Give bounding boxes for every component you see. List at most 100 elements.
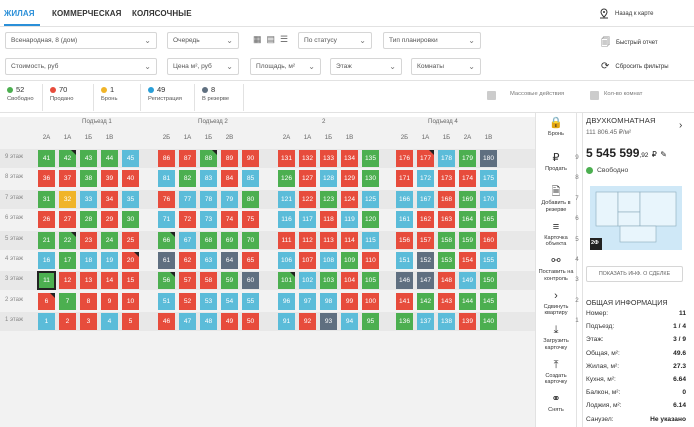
apartment-cell[interactable]: 66: [158, 231, 175, 249]
apartment-cell[interactable]: 88: [200, 150, 217, 167]
apartment-cell[interactable]: 112: [299, 231, 316, 249]
apartment-cell[interactable]: 90: [242, 150, 259, 167]
apartment-cell[interactable]: 164: [459, 211, 476, 229]
apartment-cell[interactable]: 175: [480, 170, 497, 188]
reset-filters-button[interactable]: ⟳ Сбросить фильтры: [601, 61, 669, 72]
apartment-cell[interactable]: 59: [221, 272, 238, 290]
apartment-cell[interactable]: 156: [396, 231, 413, 249]
apartment-cell[interactable]: 122: [299, 190, 316, 208]
apartment-cell[interactable]: 144: [459, 292, 476, 310]
apartment-cell[interactable]: 118: [320, 211, 337, 229]
apartment-cell[interactable]: 82: [179, 170, 196, 188]
apartment-cell[interactable]: 7: [59, 292, 76, 310]
apartment-cell[interactable]: 13: [80, 272, 97, 290]
apartment-cell[interactable]: 81: [158, 170, 175, 188]
apartment-cell[interactable]: 89: [221, 150, 238, 167]
apartment-cell[interactable]: 133: [320, 150, 337, 167]
apartment-cell[interactable]: 124: [341, 190, 358, 208]
apartment-cell[interactable]: 154: [459, 252, 476, 269]
apartment-cell[interactable]: 96: [278, 292, 295, 310]
apartment-cell[interactable]: 169: [459, 190, 476, 208]
apartment-cell[interactable]: 5: [122, 313, 139, 331]
apartment-cell[interactable]: 153: [438, 252, 455, 269]
apartment-cell[interactable]: 68: [200, 231, 217, 249]
apartment-cell[interactable]: 148: [438, 272, 455, 290]
apartment-cell[interactable]: 61: [158, 252, 175, 269]
apartment-cell[interactable]: 44: [101, 150, 118, 167]
apartment-cell[interactable]: 25: [122, 231, 139, 249]
apartment-cell[interactable]: 121: [278, 190, 295, 208]
apartment-cell[interactable]: 71: [158, 211, 175, 229]
apartment-cell[interactable]: 143: [438, 292, 455, 310]
apartment-cell[interactable]: 171: [396, 170, 413, 188]
apartment-cell[interactable]: 116: [278, 211, 295, 229]
apartment-cell[interactable]: 75: [242, 211, 259, 229]
apartment-cell[interactable]: 60: [242, 272, 259, 290]
apartment-cell[interactable]: 37: [59, 170, 76, 188]
apartment-cell[interactable]: 31: [38, 190, 55, 208]
building-select[interactable]: Всенародная, 8 (дом) ⌄: [5, 32, 157, 49]
apartment-cell[interactable]: 115: [362, 231, 379, 249]
apartment-cell[interactable]: 9: [101, 292, 118, 310]
apartment-cell[interactable]: 145: [480, 292, 497, 310]
apartment-cell[interactable]: 110: [362, 252, 379, 269]
apartment-cell[interactable]: 158: [438, 231, 455, 249]
apartment-cell[interactable]: 2: [59, 313, 76, 331]
apartment-cell[interactable]: 29: [101, 211, 118, 229]
apartment-cell[interactable]: 15: [122, 272, 139, 290]
apartment-cell[interactable]: 45: [122, 150, 139, 167]
apartment-cell[interactable]: 179: [459, 150, 476, 167]
apartment-cell[interactable]: 138: [438, 313, 455, 331]
apartment-cell[interactable]: 1: [38, 313, 55, 331]
action-card[interactable]: ≡ Карточка объекта: [537, 221, 575, 248]
rooms-select[interactable]: Комнаты ⌄: [411, 58, 481, 75]
apartment-cell[interactable]: 125: [362, 190, 379, 208]
show-deal-info-button[interactable]: ПОКАЗАТЬ ИНФ. О СДЕЛКЕ: [586, 266, 683, 282]
apartment-cell[interactable]: 177: [417, 150, 434, 167]
apartment-cell[interactable]: 35: [122, 190, 139, 208]
apartment-cell[interactable]: 95: [362, 313, 379, 331]
apartment-cell[interactable]: 41: [38, 150, 55, 167]
apartment-cell[interactable]: 19: [101, 252, 118, 269]
apartment-cell[interactable]: 69: [221, 231, 238, 249]
apartment-cell[interactable]: 114: [341, 231, 358, 249]
apartment-cell[interactable]: 54: [221, 292, 238, 310]
floor-plan-image[interactable]: 2Ф: [590, 186, 682, 250]
apartment-cell[interactable]: 117: [299, 211, 316, 229]
apartment-cell[interactable]: 135: [362, 150, 379, 167]
apartment-cell[interactable]: 42: [59, 150, 76, 167]
apartment-cell[interactable]: 162: [417, 211, 434, 229]
apartment-cell[interactable]: 151: [396, 252, 413, 269]
apartment-cell[interactable]: 26: [38, 211, 55, 229]
apartment-cell[interactable]: 11: [37, 271, 56, 291]
apartment-cell[interactable]: 47: [179, 313, 196, 331]
apartment-cell[interactable]: 99: [341, 292, 358, 310]
apartment-cell[interactable]: 17: [59, 252, 76, 269]
apartment-cell[interactable]: 21: [38, 231, 55, 249]
apartment-cell[interactable]: 80: [242, 190, 259, 208]
mass-actions-checkbox[interactable]: [487, 91, 496, 100]
action-ruble[interactable]: ₽ Продать: [537, 152, 575, 173]
apartment-cell[interactable]: 152: [417, 252, 434, 269]
back-to-map-button[interactable]: Назад к карте: [599, 8, 653, 19]
apartment-cell[interactable]: 103: [320, 272, 337, 290]
action-lock[interactable]: 🔒 Бронь: [537, 117, 575, 138]
apartment-cell[interactable]: 126: [278, 170, 295, 188]
apartment-cell[interactable]: 50: [242, 313, 259, 331]
apartment-cell[interactable]: 97: [299, 292, 316, 310]
stat-0[interactable]: 52 Свободно: [7, 85, 34, 111]
apartment-cell[interactable]: 22: [59, 231, 76, 249]
apartment-cell[interactable]: 180: [480, 150, 497, 167]
apartment-cell[interactable]: 93: [320, 313, 337, 331]
apartment-cell[interactable]: 52: [179, 292, 196, 310]
apartment-cell[interactable]: 36: [38, 170, 55, 188]
apartment-cell[interactable]: 77: [179, 190, 196, 208]
apartment-cell[interactable]: 16: [38, 252, 55, 269]
apartment-cell[interactable]: 76: [158, 190, 175, 208]
apartment-cell[interactable]: 101: [278, 272, 295, 290]
apartment-cell[interactable]: 157: [417, 231, 434, 249]
apartment-cell[interactable]: 173: [438, 170, 455, 188]
plan-type-select[interactable]: Тип планировки ⌄: [383, 32, 481, 49]
apartment-cell[interactable]: 109: [341, 252, 358, 269]
apartment-cell[interactable]: 18: [80, 252, 97, 269]
